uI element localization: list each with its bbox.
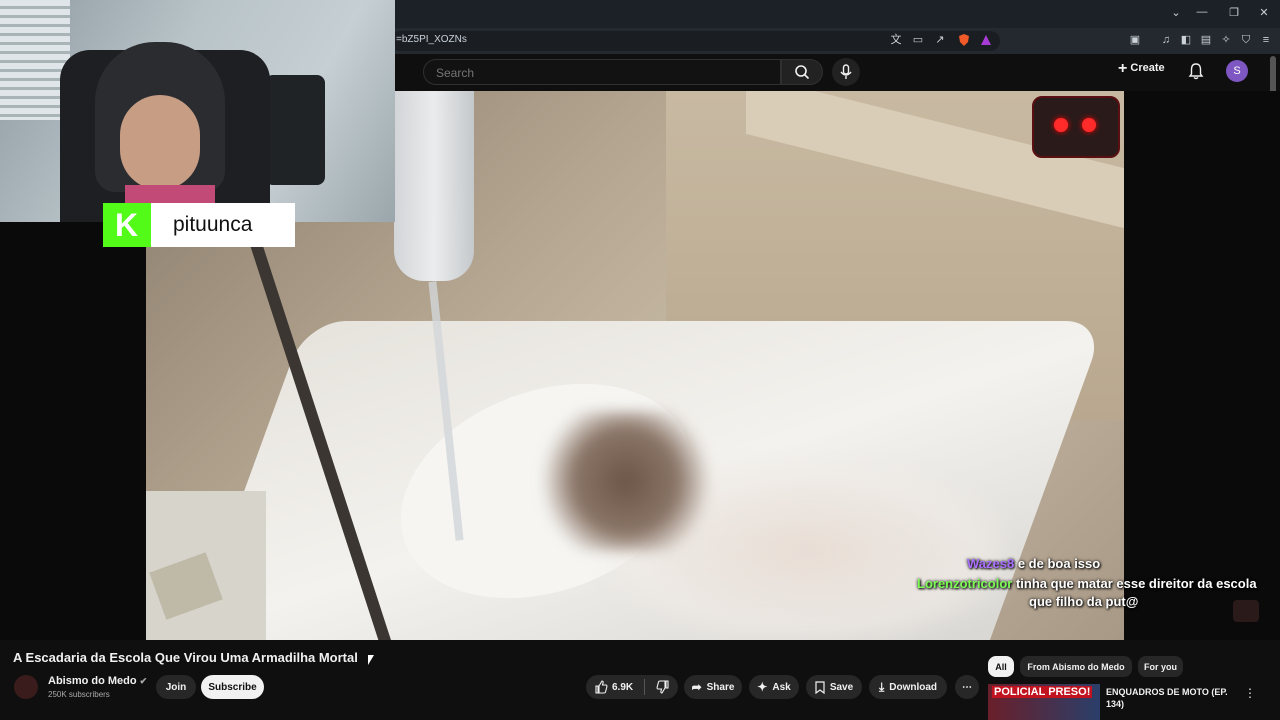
recommended-video-thumbnail[interactable]: POLICIAL PRESO!: [988, 684, 1100, 720]
user-avatar[interactable]: S: [1226, 60, 1248, 82]
sidebar-panel-icon[interactable]: ▣: [1127, 33, 1143, 47]
chat-text: que filho da put@: [1029, 594, 1139, 609]
save-button[interactable]: Save: [806, 675, 862, 699]
channel-avatar[interactable]: [14, 675, 38, 699]
bookmark-icon: [815, 680, 825, 694]
brave-shield-icon[interactable]: [957, 33, 973, 47]
chat-text: e de boa isso: [1017, 556, 1101, 571]
address-url: =bZ5PI_XOZNs: [396, 34, 467, 45]
channel-watermark-logo: [1032, 96, 1120, 158]
ask-button[interactable]: ✦ Ask: [749, 675, 799, 699]
streamer-name: pituunca: [173, 213, 253, 236]
notifications-bell-icon[interactable]: [1188, 62, 1208, 82]
recommended-video-title[interactable]: ENQUADROS DE MOTO (EP. 134): [1106, 686, 1236, 710]
mouse-cursor-icon: [368, 655, 374, 665]
wallet-icon[interactable]: ▤: [1198, 33, 1214, 47]
search-input[interactable]: [434, 65, 768, 81]
subscriber-count: 250K subscribers: [48, 690, 110, 699]
like-button[interactable]: 6.9K: [594, 680, 633, 694]
close-icon[interactable]: ✕: [1254, 6, 1274, 19]
verified-icon: ✔: [139, 676, 148, 686]
blurred-face: [536, 411, 716, 551]
menu-icon[interactable]: ≡: [1258, 33, 1274, 47]
like-dislike-group: 6.9K: [586, 675, 678, 699]
vpn-icon[interactable]: ⛉: [1238, 33, 1254, 47]
chip-from-channel[interactable]: From Abismo do Medo: [1020, 656, 1132, 677]
chat-message-2: Lorenzotricolor tinha que matar esse dir…: [917, 576, 1257, 591]
thumbnail-text: POLICIAL PRESO!: [992, 686, 1093, 698]
sparkle-icon: ✦: [757, 680, 768, 694]
channel-name[interactable]: Abismo do Medo ✔: [48, 675, 147, 687]
cast-icon[interactable]: ▭: [910, 33, 926, 47]
sidebar-toggle-icon[interactable]: ◧: [1178, 33, 1194, 47]
channel-name-text[interactable]: Abismo do Medo: [48, 675, 137, 687]
search-icon: [795, 65, 810, 80]
download-icon: ⤓: [878, 679, 885, 694]
more-actions-icon[interactable]: ⋯: [955, 675, 979, 699]
shelf-figure: [265, 75, 325, 185]
streamer-face: [120, 95, 200, 190]
rewards-icon[interactable]: [979, 33, 995, 47]
channel-branding-icon[interactable]: [1233, 600, 1259, 622]
voice-search-button[interactable]: [832, 58, 860, 86]
search-button[interactable]: [781, 59, 823, 85]
chat-message-3: que filho da put@: [1029, 594, 1138, 609]
chat-user: Lorenzotricolor: [917, 576, 1013, 591]
chat-message-1: Wazes8 e de boa isso: [967, 556, 1100, 571]
download-label: Download: [889, 681, 938, 693]
share-icon: ➦: [691, 680, 702, 694]
create-button[interactable]: + Create: [1118, 60, 1174, 84]
iv-bag: [394, 91, 474, 281]
video-title: A Escadaria da Escola Que Virou Uma Arma…: [13, 650, 358, 665]
chat-user: Wazes8: [967, 556, 1015, 571]
chip-all[interactable]: All: [988, 656, 1014, 677]
share-page-icon[interactable]: ↗: [932, 33, 948, 47]
join-button[interactable]: Join: [156, 675, 196, 699]
share-button[interactable]: ➦ Share: [684, 675, 742, 699]
recommended-more-icon[interactable]: ⋮: [1244, 686, 1256, 700]
save-label: Save: [829, 681, 854, 693]
streamer-webcam: [0, 0, 395, 222]
search-box[interactable]: [423, 59, 781, 85]
translate-icon[interactable]: 文: [888, 33, 904, 47]
minimize-icon[interactable]: —: [1192, 6, 1212, 18]
thumbs-up-icon: [595, 680, 608, 694]
ask-label: Ask: [772, 681, 791, 693]
subscribe-button[interactable]: Subscribe: [201, 675, 264, 699]
plus-icon: +: [1118, 60, 1128, 77]
music-icon[interactable]: ♫: [1158, 33, 1174, 47]
thumbs-down-icon[interactable]: [656, 680, 670, 694]
create-label: Create: [1130, 62, 1165, 74]
chat-text: tinha que matar esse direitor da escola: [1015, 576, 1257, 591]
like-divider: [644, 679, 646, 695]
share-label: Share: [706, 681, 735, 693]
chevron-down-icon[interactable]: ⌄: [1166, 6, 1186, 19]
download-button[interactable]: ⤓ Download: [869, 675, 947, 699]
address-bar[interactable]: =bZ5PI_XOZNs: [390, 31, 1000, 51]
restore-icon[interactable]: ❐: [1224, 6, 1244, 19]
microphone-icon: [840, 64, 852, 79]
leo-ai-icon[interactable]: ✧: [1218, 33, 1234, 47]
like-count: 6.9K: [612, 681, 634, 693]
chip-for-you[interactable]: For you: [1138, 656, 1183, 677]
kick-logo-letter: K: [115, 207, 139, 243]
kick-logo-icon: K: [103, 203, 151, 247]
